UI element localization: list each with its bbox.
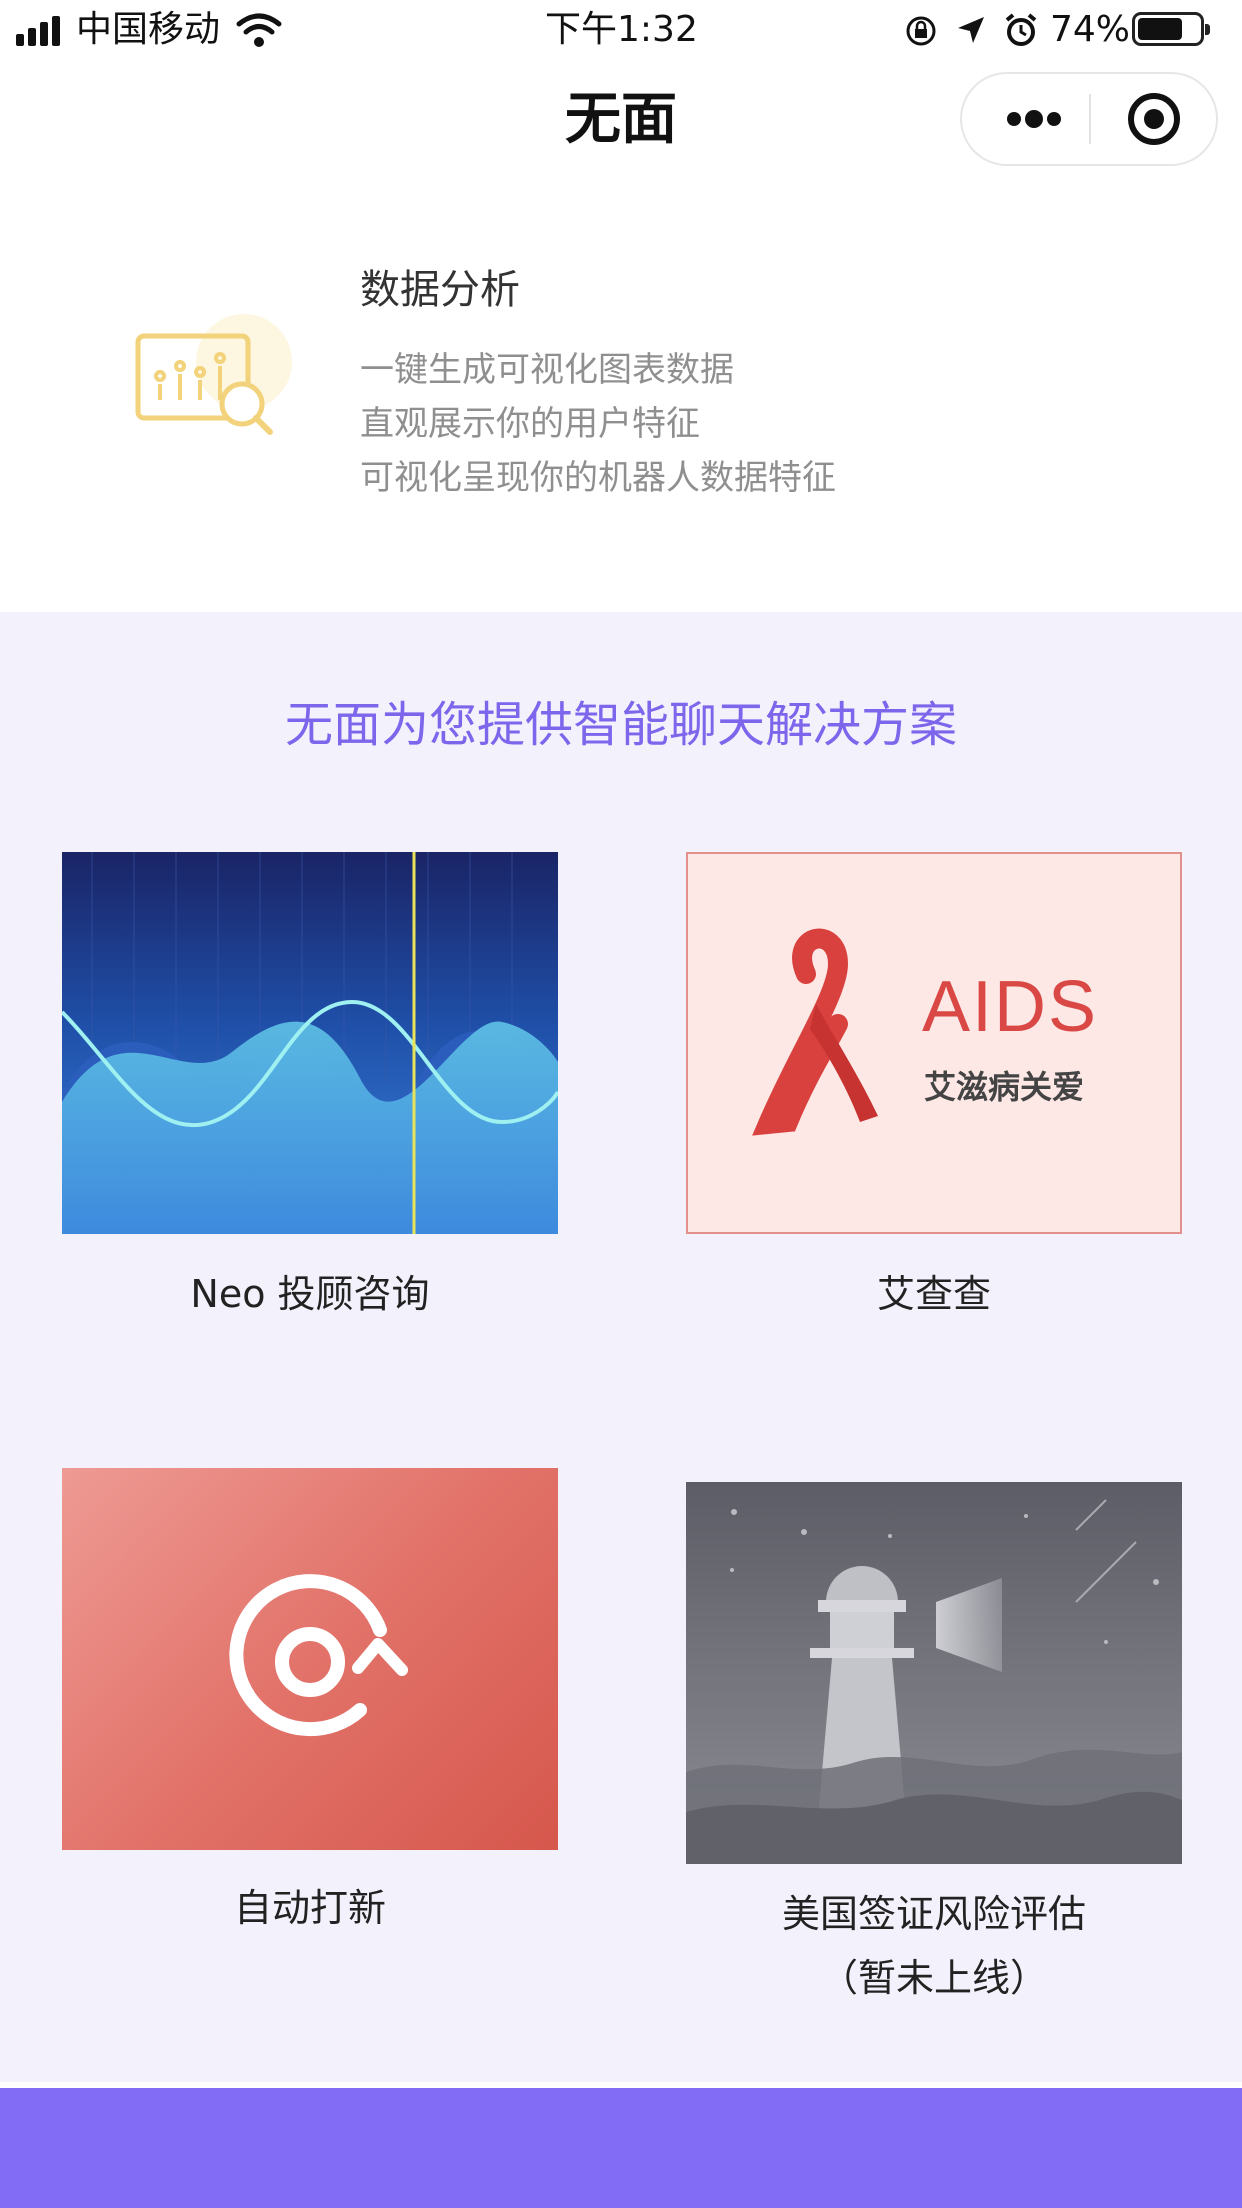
feature-title: 数据分析 (360, 267, 520, 313)
refresh-target-image (62, 1468, 558, 1850)
target-circle-icon (1128, 93, 1180, 145)
card-neo-label: Neo 投顾咨询 (190, 1272, 430, 1316)
capsule-divider (1089, 94, 1091, 144)
chart-search-icon (135, 314, 292, 435)
footer-bar (0, 2088, 1242, 2208)
rotation-lock-icon (906, 16, 936, 46)
wave-chart-image (62, 852, 558, 1234)
section-title: 无面为您提供智能聊天解决方案 (284, 697, 957, 753)
clock-time: 下午1:32 (545, 9, 698, 50)
alarm-clock-icon (1005, 13, 1037, 46)
battery-icon (1132, 12, 1210, 46)
feature-line-2: 直观展示你的用户特征 (360, 404, 700, 444)
carrier-name: 中国移动 (76, 9, 221, 50)
lighthouse-image (686, 1482, 1182, 1864)
card-auto-ipo-label: 自动打新 (233, 1886, 386, 1930)
battery-percent: 74% (1050, 9, 1131, 50)
aids-ribbon-image: AIDS 艾滋病关爱 (686, 852, 1182, 1234)
feature-line-1: 一键生成可视化图表数据 (360, 350, 734, 390)
card-neo[interactable]: Neo 投顾咨询 (62, 852, 558, 1316)
more-dots-icon (1007, 110, 1061, 128)
card-visa-label: 美国签证风险评估 (781, 1892, 1086, 1936)
card-visa-sublabel: （暂未上线） (819, 1956, 1048, 2000)
card-auto-ipo[interactable]: 自动打新 (62, 1468, 558, 1938)
close-button[interactable] (1104, 86, 1204, 152)
signal-icon (16, 16, 60, 46)
card-aids[interactable]: AIDS 艾滋病关爱 艾查查 (686, 852, 1182, 1316)
location-arrow-icon (958, 17, 984, 43)
mini-program-capsule (960, 72, 1218, 166)
card-visa-risk[interactable]: 美国签证风险评估 （暂未上线） (686, 1482, 1182, 2022)
card-aids-label: 艾查查 (876, 1272, 991, 1316)
aids-image-subtitle: 艾滋病关爱 (924, 1068, 1085, 1106)
feature-line-3: 可视化呈现你的机器人数据特征 (360, 458, 836, 498)
aids-image-title: AIDS (922, 967, 1099, 1047)
more-button[interactable] (984, 86, 1084, 152)
wifi-icon (236, 13, 282, 47)
status-bar: 中国移动 下午1:32 74% (0, 0, 1242, 60)
